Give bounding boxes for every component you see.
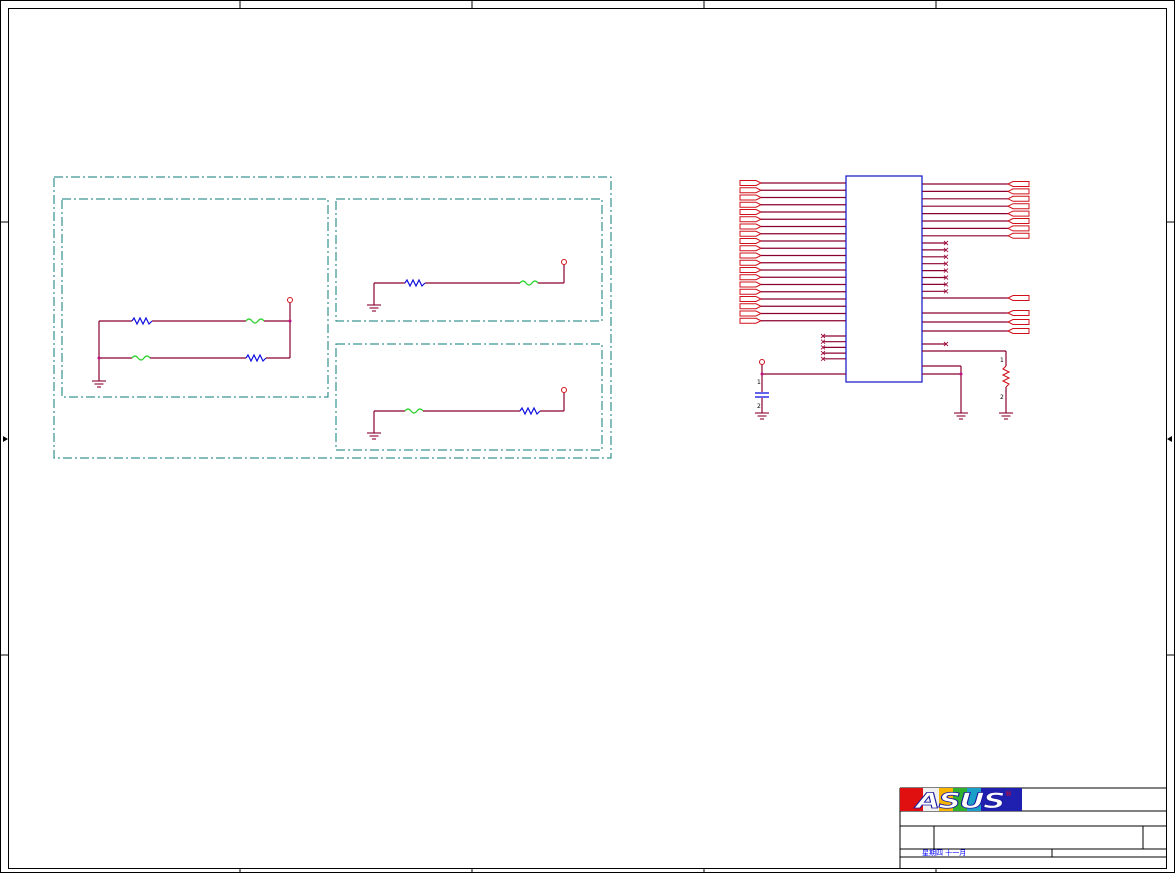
- left-group-circuit: [92, 297, 293, 388]
- resistor: [404, 278, 426, 288]
- left-signal-port: [739, 317, 846, 324]
- left-signal-port: [739, 303, 846, 310]
- right-signal-port: [922, 310, 1030, 316]
- ic-supply-capacitor-circuit: 1 2: [755, 359, 846, 420]
- capacitor: [755, 392, 769, 398]
- power-connector: [561, 387, 567, 393]
- left-signal-port: [739, 230, 846, 237]
- left-signal-port: [739, 274, 846, 281]
- capacitor-pin-2-label: 2: [757, 403, 761, 410]
- left-signal-port: [739, 267, 846, 273]
- left-signal-port: [739, 310, 846, 317]
- power-connector: [287, 297, 293, 303]
- outer-group-box: [53, 176, 612, 459]
- resistor: [519, 406, 541, 416]
- left-port-group: [739, 180, 846, 324]
- no-connect-pin: [820, 356, 846, 362]
- no-connect-pin: [820, 339, 846, 345]
- right-signal-port: [922, 181, 1030, 187]
- capacitor-pin-1-label: 1: [757, 379, 761, 386]
- left-signal-port: [739, 223, 846, 230]
- no-connect-pin: [820, 350, 846, 356]
- ic-ground-pulldown-circuit: 1 2: [922, 350, 1013, 420]
- ground-symbol: [755, 412, 769, 420]
- right-single-port: [922, 295, 1030, 301]
- registered-mark: ®: [1005, 790, 1012, 798]
- no-connect-pin: [922, 261, 949, 267]
- left-signal-port: [739, 209, 846, 215]
- left-signal-port: [739, 180, 846, 186]
- right-signal-port: [922, 210, 1030, 217]
- top-right-group-circuit: [367, 259, 567, 312]
- power-connector: [561, 259, 567, 265]
- left-signal-port: [739, 252, 846, 259]
- right-signal-port: [922, 225, 1030, 232]
- right-signal-port: [922, 195, 1030, 202]
- ferrite-bead: [245, 318, 265, 324]
- asus-logo: ASUS ®: [900, 788, 1022, 813]
- pulldown-pin-1-label: 1: [1000, 357, 1004, 364]
- no-connect-pin: [922, 282, 949, 287]
- resistor: [131, 316, 153, 326]
- left-signal-port: [739, 259, 846, 266]
- no-connect-pin: [820, 333, 846, 339]
- title-block-date: 星期四 十一月: [922, 848, 966, 857]
- left-signal-port: [739, 245, 846, 252]
- left-signal-port: [739, 216, 846, 223]
- left-signal-port: [739, 238, 846, 244]
- bottom-right-group-circuit: [367, 387, 567, 440]
- ground-symbol: [999, 412, 1013, 420]
- right-signal-port: [922, 319, 1030, 325]
- ground-symbol: [367, 432, 381, 440]
- sheet-frame: [0, 0, 1175, 873]
- ic-component: [845, 175, 923, 383]
- right-signal-port: [922, 218, 1030, 224]
- no-connect-pin: [922, 247, 949, 253]
- ferrite-bead: [519, 280, 539, 286]
- left-signal-port: [739, 281, 846, 288]
- left-signal-port: [739, 187, 846, 194]
- no-connect-pin: [922, 268, 949, 273]
- no-connect-pin: [922, 240, 949, 246]
- left-signal-port: [739, 288, 846, 295]
- no-connect-pin: [922, 341, 949, 347]
- right-port-group: [922, 181, 1030, 334]
- left-signal-port: [739, 194, 846, 201]
- pulldown-resistor: [1001, 365, 1011, 388]
- resistor: [245, 353, 267, 363]
- ground-symbol: [954, 412, 968, 420]
- ferrite-bead: [404, 408, 424, 414]
- left-signal-port: [739, 201, 846, 208]
- no-connect-pin: [820, 345, 846, 350]
- right-signal-port: [922, 328, 1030, 334]
- right-signal-port: [922, 188, 1030, 195]
- ferrite-bead: [131, 355, 151, 361]
- no-connect-pin: [922, 254, 949, 260]
- no-connect-pin: [922, 275, 949, 280]
- ground-symbol: [367, 304, 381, 312]
- pulldown-pin-2-label: 2: [1000, 394, 1004, 401]
- group-box-bottom-right: [335, 343, 603, 451]
- left-signal-port: [739, 296, 846, 302]
- asus-logo-text: ASUS: [913, 789, 1004, 813]
- no-connect-pin: [922, 288, 949, 294]
- right-signal-port: [922, 203, 1030, 210]
- power-connector: [759, 359, 765, 365]
- ground-symbol: [92, 380, 106, 388]
- right-signal-port: [922, 232, 1030, 239]
- schematic-sheet: 1 2 1 2 星期四 十一月 ASUS ®: [0, 0, 1175, 873]
